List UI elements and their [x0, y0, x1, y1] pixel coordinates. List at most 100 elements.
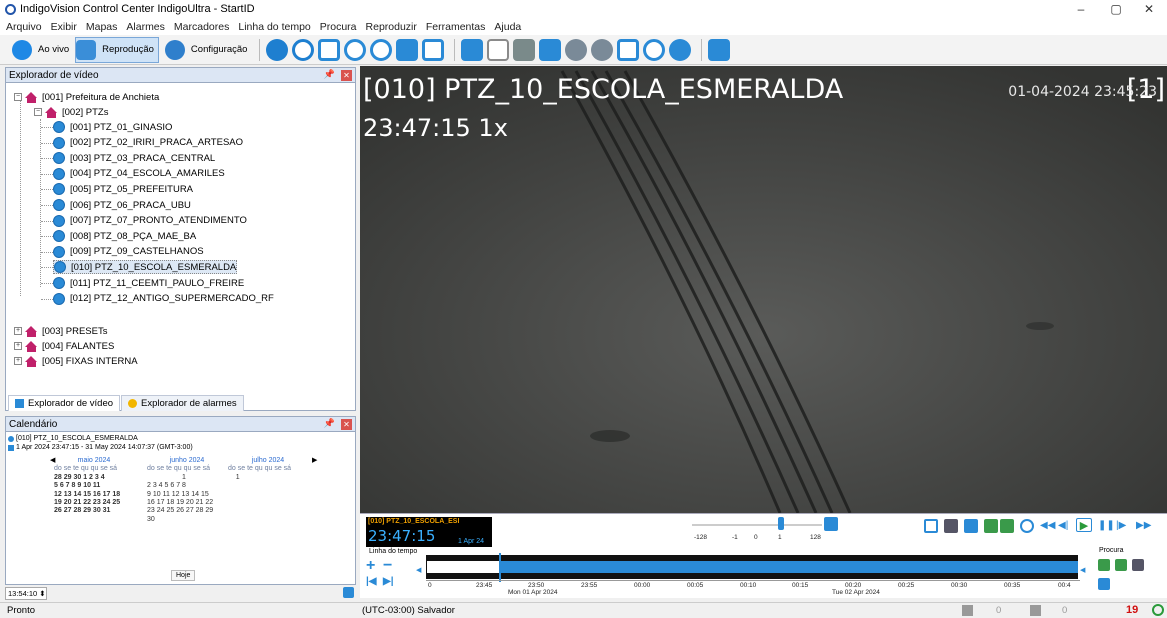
clear-icon[interactable]: [370, 38, 393, 61]
tree-camera-item[interactable]: [003] PTZ_03_PRACA_CENTRAL: [53, 151, 215, 165]
tree-group-ptzs[interactable]: − [002] PTZs: [34, 105, 108, 119]
speed-slider-thumb[interactable]: [778, 517, 784, 530]
play-button[interactable]: ▶: [1076, 518, 1092, 532]
config-button[interactable]: Configuração: [164, 37, 247, 63]
menu-marcadores[interactable]: Marcadores: [174, 21, 229, 33]
tree-item-falantes[interactable]: + [004] FALANTES: [14, 339, 114, 353]
zoom-out-icon[interactable]: −: [383, 557, 392, 575]
step-forward-icon[interactable]: |▶: [1116, 519, 1130, 533]
camera-icon[interactable]: [669, 38, 692, 61]
tree-camera-item[interactable]: [012] PTZ_12_ANTIGO_SUPERMERCADO_RF: [53, 292, 274, 306]
search-grid-icon[interactable]: [1098, 578, 1110, 590]
shield-icon[interactable]: [643, 38, 666, 61]
calendar-week[interactable]: 23 24 25 26 27 28 29: [147, 507, 227, 515]
menu-linha-do-tempo[interactable]: Linha do tempo: [238, 21, 310, 33]
lock-icon[interactable]: [824, 517, 838, 531]
crop-icon[interactable]: [487, 38, 510, 61]
grid-remove-icon[interactable]: [539, 38, 562, 61]
pin-icon[interactable]: 📌: [324, 418, 335, 429]
today-button[interactable]: Hoje: [171, 570, 196, 581]
snapshot-icon[interactable]: [513, 38, 536, 61]
calendar-week[interactable]: 26 27 28 29 30 31: [54, 507, 134, 515]
search-people-icon[interactable]: [1132, 559, 1144, 571]
menu-exibir[interactable]: Exibir: [51, 21, 77, 33]
tree-camera-item[interactable]: [008] PTZ_08_PÇA_MAE_BA: [53, 229, 196, 243]
menu-mapas[interactable]: Mapas: [86, 21, 118, 33]
grid-layout-icon[interactable]: [708, 38, 731, 61]
tree-camera-item[interactable]: [006] PTZ_06_PRACA_UBU: [53, 198, 191, 212]
tree-camera-item[interactable]: [005] PTZ_05_PREFEITURA: [53, 182, 193, 196]
calendar-week[interactable]: 19 20 21 22 23 24 25: [54, 499, 134, 507]
alarm-bell-icon[interactable]: [565, 38, 588, 61]
pin-icon[interactable]: 📌: [324, 69, 335, 80]
calendar-week[interactable]: 2 3 4 5 6 7 8: [147, 482, 227, 490]
calendar-week[interactable]: 12 13 14 15 16 17 18: [54, 491, 134, 499]
fast-forward-icon[interactable]: ▶▶: [1136, 519, 1151, 533]
live-button[interactable]: Ao vivo: [12, 37, 69, 63]
calendar-week[interactable]: 5 6 7 8 9 10 11: [54, 482, 134, 490]
alarm-mute-icon[interactable]: [591, 38, 614, 61]
refresh-icon[interactable]: [266, 38, 289, 61]
speed-slider[interactable]: [692, 524, 822, 526]
help-icon[interactable]: [292, 38, 315, 61]
panel-close-icon[interactable]: ✕: [341, 70, 352, 81]
search-bookmark-icon[interactable]: [1115, 559, 1127, 571]
fullscreen-icon[interactable]: [318, 38, 341, 61]
video-tile[interactable]: [010] PTZ_10_ESCOLA_ESMERALDA [1] 23:47:…: [360, 66, 1167, 513]
mark-in-out-icon[interactable]: [924, 519, 938, 533]
tree-camera-item[interactable]: [011] PTZ_11_CEEMTI_PAULO_FREIRE: [53, 276, 244, 290]
calendar-week[interactable]: 16 17 18 19 20 21 22: [147, 499, 227, 507]
next-month-icon[interactable]: ▶: [312, 456, 317, 464]
timeline-scroll-right[interactable]: ◀: [1080, 566, 1085, 574]
tree-item-presets[interactable]: + [003] PRESETs: [14, 324, 107, 338]
zoom-icon[interactable]: [984, 519, 998, 533]
export-icon[interactable]: [396, 38, 419, 61]
tree-camera-item[interactable]: [007] PTZ_07_PRONTO_ATENDIMENTO: [53, 214, 247, 228]
tree-camera-item[interactable]: [002] PTZ_02_IRIRI_PRACA_ARTESAO: [53, 136, 243, 150]
panel-close-icon[interactable]: ✕: [341, 419, 352, 430]
tab-video-explorer[interactable]: Explorador de vídeo: [8, 395, 121, 411]
menu-ferramentas[interactable]: Ferramentas: [426, 21, 486, 33]
export-icon[interactable]: [964, 519, 978, 533]
go-to-time-icon[interactable]: [343, 587, 354, 598]
timeline-bar[interactable]: [426, 560, 1078, 574]
step-back-icon[interactable]: ◀|: [1058, 519, 1072, 533]
pause-icon[interactable]: ❚❚: [1098, 519, 1115, 533]
alarm-count[interactable]: 19: [1126, 604, 1138, 616]
add-view-icon[interactable]: [422, 38, 445, 61]
time-spinner[interactable]: 13:54:10 ⬍: [5, 587, 47, 600]
go-start-icon[interactable]: |◀: [366, 576, 377, 587]
bookmark-icon[interactable]: [1000, 519, 1014, 533]
calendar-week[interactable]: 9 10 11 12 13 14 15: [147, 491, 227, 499]
tab-alarm-explorer[interactable]: Explorador de alarmes: [121, 395, 244, 411]
calendar-week[interactable]: 28 29 30 1 2 3 4: [54, 474, 134, 482]
menu-ajuda[interactable]: Ajuda: [494, 21, 521, 33]
playback-button[interactable]: Reprodução: [75, 36, 159, 63]
close-button[interactable]: ✕: [1134, 0, 1164, 18]
tree-camera-item[interactable]: [010] PTZ_10_ESCOLA_ESMERALDA: [53, 260, 238, 275]
menu-reproduzir[interactable]: Reproduzir: [366, 21, 417, 33]
tree-item-fixas-interna[interactable]: + [005] FIXAS INTERNA: [14, 354, 138, 368]
search-motion-icon[interactable]: [1098, 559, 1110, 571]
tree-camera-item[interactable]: [009] PTZ_09_CASTELHANOS: [53, 245, 204, 259]
layout-icon[interactable]: [461, 38, 484, 61]
calendar-week[interactable]: 30: [147, 516, 227, 524]
minimize-button[interactable]: –: [1066, 0, 1096, 18]
tree-camera-item[interactable]: [004] PTZ_04_ESCOLA_AMARILES: [53, 167, 225, 181]
menu-arquivo[interactable]: Arquivo: [6, 21, 42, 33]
menu-alarmes[interactable]: Alarmes: [126, 21, 165, 33]
tree-root[interactable]: − [001] Prefeitura de Anchieta: [14, 90, 159, 104]
calendar-week[interactable]: 1: [228, 474, 308, 482]
menu-procura[interactable]: Procura: [320, 21, 357, 33]
go-end-icon[interactable]: ▶|: [383, 576, 394, 587]
zoom-in-icon[interactable]: +: [366, 557, 375, 575]
playhead[interactable]: [499, 553, 501, 582]
rewind-icon[interactable]: ◀◀: [1040, 519, 1055, 533]
search-icon[interactable]: [344, 38, 367, 61]
snapshot-icon[interactable]: [944, 519, 958, 533]
save-icon[interactable]: [617, 38, 640, 61]
calendar-week[interactable]: 1: [147, 474, 227, 482]
timeline-scroll-left[interactable]: ◀: [416, 566, 421, 574]
maximize-button[interactable]: ▢: [1101, 0, 1131, 18]
tree-camera-item[interactable]: [001] PTZ_01_GINASIO: [53, 120, 172, 134]
